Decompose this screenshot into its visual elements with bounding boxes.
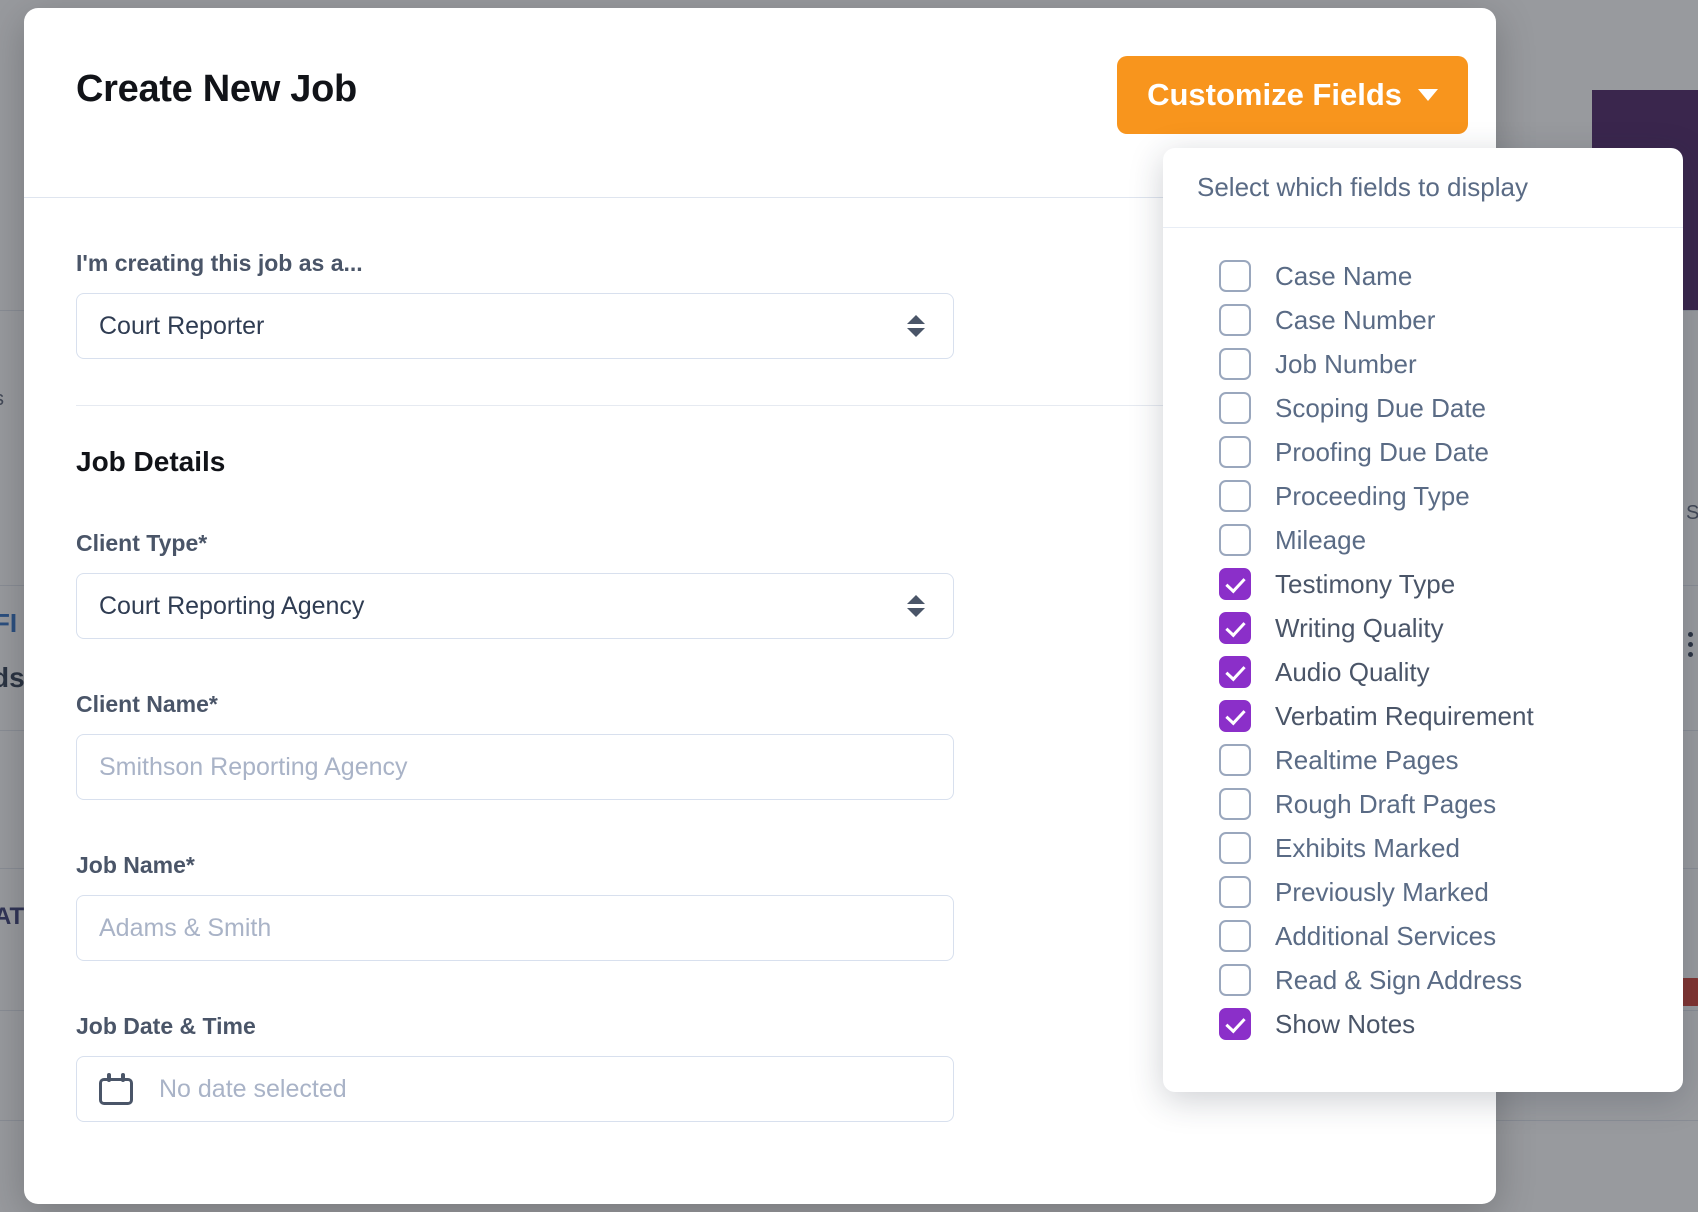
checkbox-unchecked-icon[interactable] (1219, 480, 1251, 512)
client-name-field-wrap[interactable]: Smithson Reporting Agency (76, 734, 954, 800)
field-checkbox-row[interactable]: Exhibits Marked (1163, 826, 1683, 870)
field-checkbox-label: Proceeding Type (1275, 480, 1470, 511)
field-checkbox-row[interactable]: Job Number (1163, 342, 1683, 386)
job-name-field-wrap[interactable]: Adams & Smith (76, 895, 954, 961)
field-checkbox-row[interactable]: Scoping Due Date (1163, 386, 1683, 430)
field-checkbox-row[interactable]: Additional Services (1163, 914, 1683, 958)
customize-fields-label: Customize Fields (1147, 77, 1402, 112)
field-checkbox-label: Read & Sign Address (1275, 964, 1523, 995)
field-checkbox-row[interactable]: Read & Sign Address (1163, 958, 1683, 1002)
field-checkbox-label: Show Notes (1275, 1008, 1416, 1039)
field-checkbox-list: Case Name Case Number Job Number Scoping Du… (1163, 228, 1683, 1046)
field-checkbox-label: Rough Draft Pages (1275, 788, 1497, 819)
field-checkbox-label: Case Number (1275, 304, 1436, 335)
field-checkbox-row[interactable]: Realtime Pages (1163, 738, 1683, 782)
field-checkbox-row[interactable]: Writing Quality (1163, 606, 1683, 650)
checkbox-checked-icon[interactable] (1219, 700, 1251, 732)
field-checkbox-row[interactable]: Show Notes (1163, 1002, 1683, 1046)
job-name-input[interactable]: Adams & Smith (99, 914, 271, 943)
checkbox-unchecked-icon[interactable] (1219, 788, 1251, 820)
customize-fields-button[interactable]: Customize Fields (1117, 56, 1468, 134)
checkbox-unchecked-icon[interactable] (1219, 964, 1251, 996)
field-checkbox-label: Case Name (1275, 260, 1413, 291)
field-checkbox-row[interactable]: Case Name (1163, 254, 1683, 298)
checkbox-checked-icon[interactable] (1219, 656, 1251, 688)
field-checkbox-row[interactable]: Proofing Due Date (1163, 430, 1683, 474)
dropdown-header: Select which fields to display (1163, 148, 1683, 228)
customize-fields-dropdown: Select which fields to display Case Name… (1163, 148, 1683, 1092)
field-checkbox-label: Mileage (1275, 524, 1367, 555)
checkbox-unchecked-icon[interactable] (1219, 832, 1251, 864)
checkbox-unchecked-icon[interactable] (1219, 260, 1251, 292)
calendar-icon (99, 1073, 133, 1105)
field-checkbox-label: Additional Services (1275, 920, 1497, 951)
client-type-select[interactable]: Court Reporting Agency (76, 573, 954, 639)
field-checkbox-row[interactable]: Testimony Type (1163, 562, 1683, 606)
checkbox-unchecked-icon[interactable] (1219, 524, 1251, 556)
checkbox-unchecked-icon[interactable] (1219, 920, 1251, 952)
field-checkbox-row[interactable]: Rough Draft Pages (1163, 782, 1683, 826)
field-checkbox-label: Writing Quality (1275, 612, 1444, 643)
field-checkbox-label: Verbatim Requirement (1275, 700, 1534, 731)
checkbox-unchecked-icon[interactable] (1219, 304, 1251, 336)
role-select[interactable]: Court Reporter (76, 293, 954, 359)
select-arrows-icon (907, 595, 925, 617)
client-name-input[interactable]: Smithson Reporting Agency (99, 753, 408, 782)
job-date-time-input[interactable]: No date selected (159, 1075, 347, 1104)
page-title: Create New Job (76, 68, 357, 110)
field-checkbox-label: Scoping Due Date (1275, 392, 1487, 423)
field-checkbox-label: Job Number (1275, 348, 1417, 379)
checkbox-checked-icon[interactable] (1219, 568, 1251, 600)
checkbox-checked-icon[interactable] (1219, 1008, 1251, 1040)
field-checkbox-label: Realtime Pages (1275, 744, 1459, 775)
checkbox-checked-icon[interactable] (1219, 612, 1251, 644)
client-type-value: Court Reporting Agency (99, 591, 365, 620)
checkbox-unchecked-icon[interactable] (1219, 744, 1251, 776)
checkbox-unchecked-icon[interactable] (1219, 392, 1251, 424)
field-checkbox-row[interactable]: Mileage (1163, 518, 1683, 562)
chevron-down-icon (1418, 89, 1438, 101)
field-checkbox-label: Exhibits Marked (1275, 832, 1460, 863)
job-date-time-field-wrap[interactable]: No date selected (76, 1056, 954, 1122)
role-select-value: Court Reporter (99, 311, 265, 340)
field-checkbox-label: Proofing Due Date (1275, 436, 1489, 467)
field-checkbox-row[interactable]: Proceeding Type (1163, 474, 1683, 518)
field-checkbox-row[interactable]: Previously Marked (1163, 870, 1683, 914)
field-checkbox-row[interactable]: Verbatim Requirement (1163, 694, 1683, 738)
field-checkbox-row[interactable]: Case Number (1163, 298, 1683, 342)
field-checkbox-label: Testimony Type (1275, 568, 1456, 599)
checkbox-unchecked-icon[interactable] (1219, 348, 1251, 380)
field-checkbox-label: Audio Quality (1275, 656, 1430, 687)
checkbox-unchecked-icon[interactable] (1219, 876, 1251, 908)
field-checkbox-label: Previously Marked (1275, 876, 1489, 907)
checkbox-unchecked-icon[interactable] (1219, 436, 1251, 468)
field-checkbox-row[interactable]: Audio Quality (1163, 650, 1683, 694)
select-arrows-icon (907, 315, 925, 337)
